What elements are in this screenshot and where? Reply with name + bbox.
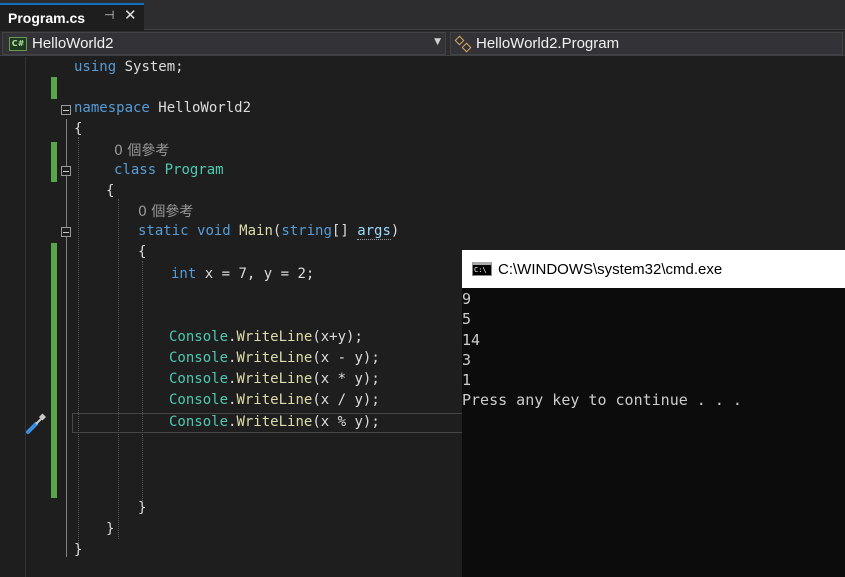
code-text: (x+y); (312, 329, 363, 345)
keyword: using (74, 59, 117, 75)
code-line-brace[interactable]: } (74, 540, 82, 561)
method-name: WriteLine (236, 329, 313, 345)
keyword: namespace (74, 100, 150, 116)
indent-guide (118, 199, 119, 539)
code-line-using[interactable]: using System; (74, 57, 184, 78)
tab-program-cs[interactable]: Program.cs ⊣ ✕ (0, 3, 144, 30)
code-text: (x * y); (312, 371, 380, 387)
collapse-class-toggle[interactable] (61, 166, 71, 176)
code-line-writeline[interactable]: Console.WriteLine(x - y); (169, 348, 380, 369)
punctuation: [] (331, 223, 358, 239)
console-prompt: Press any key to continue . . . (462, 391, 742, 410)
code-line-brace[interactable]: } (106, 519, 114, 540)
type-name: Console (169, 350, 229, 366)
code-line-brace[interactable]: } (138, 498, 146, 519)
type-name: Program (164, 162, 224, 178)
type-name: Console (169, 392, 229, 408)
console-icon: C:\ (472, 262, 492, 276)
keyword: static (138, 223, 189, 239)
method-name: WriteLine (236, 350, 313, 366)
close-icon[interactable]: ✕ (124, 6, 137, 24)
method-name: WriteLine (236, 414, 313, 430)
code-text: (x % y); (312, 414, 380, 430)
console-line: 1 (462, 371, 472, 390)
console-title: C:\WINDOWS\system32\cmd.exe (498, 260, 723, 278)
code-text: HelloWorld2 (149, 100, 252, 116)
indent-guide (78, 137, 79, 555)
console-line: 14 (462, 330, 481, 349)
chevron-down-icon[interactable]: ▼ (434, 37, 441, 47)
project-dropdown[interactable]: C# HelloWorld2 ▼ (2, 32, 446, 55)
method-name: Main (239, 223, 273, 239)
scope-name: HelloWorld2.Program (476, 35, 620, 52)
document-tab-strip: Program.cs ⊣ ✕ (0, 0, 845, 30)
collapse-method-toggle[interactable] (61, 227, 71, 237)
type-scope-dropdown[interactable]: HelloWorld2.Program (450, 32, 843, 55)
codelens-references[interactable]: 0 個參考 (114, 141, 169, 162)
keyword: void (197, 223, 231, 239)
codelens-text: 0 個參考 (138, 204, 194, 220)
code-line-brace[interactable]: { (74, 119, 82, 140)
class-icon (454, 35, 473, 52)
glyph-margin[interactable] (0, 57, 26, 577)
code-line-brace[interactable]: { (106, 181, 114, 202)
indent-guide (142, 261, 143, 501)
change-bar (51, 243, 57, 498)
console-line: 3 (462, 350, 472, 369)
codelens-text: 0 個參考 (114, 143, 170, 159)
code-text: x = 7, y = 2; (196, 266, 315, 282)
code-text: (x / y); (312, 392, 380, 408)
csharp-project-icon: C# (9, 36, 27, 51)
change-bar (51, 142, 57, 182)
type-name: Console (169, 414, 229, 430)
parameter-name: args (357, 223, 391, 240)
code-line-class[interactable]: class Program (114, 160, 224, 181)
method-name: WriteLine (236, 371, 313, 387)
code-line-writeline[interactable]: Console.WriteLine(x * y); (169, 369, 380, 390)
pin-icon[interactable]: ⊣ (104, 8, 114, 22)
code-line-namespace[interactable]: namespace HelloWorld2 (74, 98, 251, 119)
keyword: class (114, 162, 157, 178)
code-line-declaration[interactable]: int x = 7, y = 2; (171, 264, 314, 285)
code-line-writeline[interactable]: Console.WriteLine(x / y); (169, 390, 380, 411)
code-line-main[interactable]: static void Main(string[] args) (138, 221, 399, 242)
codelens-references[interactable]: 0 個參考 (138, 202, 193, 223)
code-line-writeline[interactable]: Console.WriteLine(x+y); (169, 327, 363, 348)
keyword: string (281, 223, 332, 239)
console-line: 5 (462, 310, 472, 329)
type-name: Console (169, 371, 229, 387)
outline-line (66, 119, 67, 557)
code-line-writeline[interactable]: Console.WriteLine(x % y); (169, 412, 380, 433)
keyword: int (171, 266, 197, 282)
code-text: System; (116, 59, 184, 75)
punctuation: ) (390, 223, 400, 239)
code-line-brace[interactable]: { (138, 242, 146, 263)
screwdriver-icon[interactable] (24, 412, 48, 436)
navigation-bar: C# HelloWorld2 ▼ HelloWorld2.Program (0, 31, 845, 56)
project-name: HelloWorld2 (32, 35, 114, 52)
console-title-bar[interactable]: C:\ C:\WINDOWS\system32\cmd.exe (462, 250, 845, 288)
code-text: (x - y); (312, 350, 380, 366)
console-line: 9 (462, 290, 472, 308)
console-window[interactable]: C:\ C:\WINDOWS\system32\cmd.exe 9 5 14 3… (462, 250, 845, 577)
console-output: 9 5 14 3 1 Press any key to continue . .… (462, 288, 845, 411)
method-name: WriteLine (236, 392, 313, 408)
type-name: Console (169, 329, 229, 345)
tab-title: Program.cs (8, 9, 86, 26)
collapse-namespace-toggle[interactable] (61, 105, 71, 115)
change-bar (51, 77, 57, 99)
